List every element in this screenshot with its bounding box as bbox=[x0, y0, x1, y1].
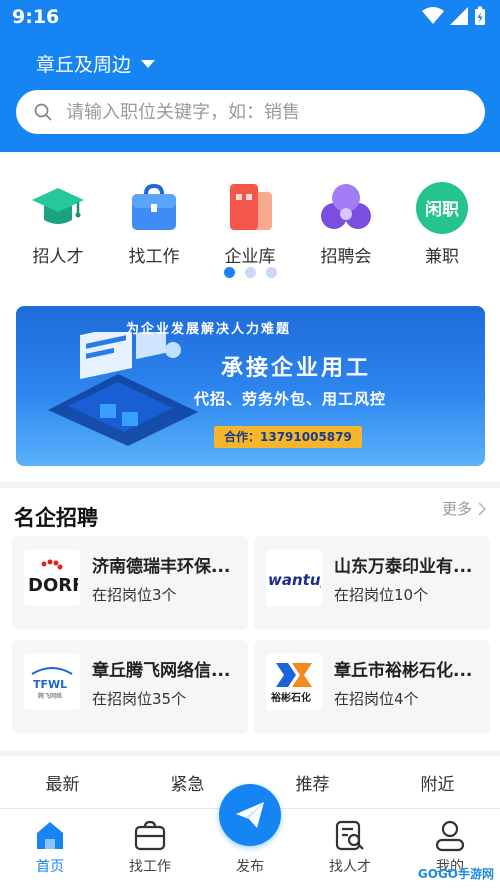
company-card[interactable]: DORF 济南德瑞丰环保... 在招岗位3个 bbox=[12, 536, 248, 630]
company-card[interactable]: wantup 山东万泰印业有... 在招岗位10个 bbox=[254, 536, 490, 630]
featured-companies-section: 名企招聘 更多 DORF 济南德瑞丰环保... 在招岗位3个 wantup 山东… bbox=[0, 488, 500, 750]
category-recruit-talent[interactable]: 招人才 bbox=[18, 180, 98, 267]
section-title: 名企招聘 bbox=[14, 506, 98, 530]
isometric-server-illustration bbox=[48, 332, 198, 446]
svg-text:裕彬石化: 裕彬石化 bbox=[270, 691, 311, 704]
category-part-time[interactable]: 闲职 兼职 bbox=[402, 180, 482, 267]
signal-icon bbox=[450, 7, 468, 25]
tab-latest[interactable]: 最新 bbox=[13, 770, 113, 795]
nav-label: 找工作 bbox=[129, 859, 171, 875]
company-name: 济南德瑞丰环保... bbox=[92, 557, 231, 577]
category-label: 兼职 bbox=[425, 247, 459, 267]
svg-text:TFWL: TFWL bbox=[33, 678, 67, 691]
tab-nearby[interactable]: 附近 bbox=[388, 770, 488, 795]
status-time: 9:16 bbox=[12, 6, 60, 28]
promo-banner[interactable]: 为企业发展解决人力难题 承接企业用工 代招、劳务外包、用工风控 合作：13791… bbox=[16, 306, 485, 466]
company-card[interactable]: TFWL 腾飞网络 章丘腾飞网络信... 在招岗位35个 bbox=[12, 640, 248, 734]
company-job-count: 在招岗位35个 bbox=[92, 690, 187, 708]
part-time-badge-text: 闲职 bbox=[425, 199, 459, 220]
publish-button[interactable] bbox=[219, 784, 281, 846]
paper-plane-icon bbox=[236, 802, 264, 828]
company-job-count: 在招岗位4个 bbox=[334, 690, 419, 708]
svg-text:wantup: wantup bbox=[268, 571, 321, 589]
wifi-icon bbox=[422, 7, 444, 24]
banner-section: 为企业发展解决人力难题 承接企业用工 代招、劳务外包、用工风控 合作：13791… bbox=[0, 292, 500, 482]
nav-label: 首页 bbox=[36, 859, 64, 875]
carousel-dot-active[interactable] bbox=[223, 267, 235, 278]
company-job-count: 在招岗位3个 bbox=[92, 586, 177, 604]
category-panel: 招人才 找工作 企业库 招聘会 闲职 兼职 bbox=[0, 152, 500, 292]
more-label: 更多 bbox=[441, 500, 472, 518]
category-label: 找工作 bbox=[128, 247, 180, 267]
svg-text:DORF: DORF bbox=[28, 575, 78, 596]
carousel-dot[interactable] bbox=[244, 267, 256, 278]
company-logo-dorf: DORF bbox=[24, 550, 80, 606]
location-selector[interactable]: 章丘及周边 bbox=[36, 50, 156, 77]
nav-find-talent[interactable]: 找人才 bbox=[300, 809, 400, 888]
company-name: 山东万泰印业有... bbox=[334, 557, 473, 577]
nav-label: 发布 bbox=[236, 859, 264, 875]
category-company-library[interactable]: 企业库 bbox=[210, 180, 290, 267]
banner-subtitle: 代招、劳务外包、用工风控 bbox=[194, 390, 387, 408]
job-fair-icon bbox=[321, 184, 371, 229]
nav-home[interactable]: 首页 bbox=[0, 809, 100, 888]
profile-icon bbox=[435, 820, 465, 852]
category-label: 企业库 bbox=[224, 247, 276, 267]
status-bar: 9:16 bbox=[0, 0, 500, 36]
home-icon bbox=[37, 822, 63, 849]
location-label: 章丘及周边 bbox=[36, 54, 132, 76]
banner-contact: 合作：13791005879 bbox=[214, 426, 362, 448]
svg-text:腾飞网络: 腾飞网络 bbox=[38, 692, 62, 700]
company-logo-yubin: 裕彬石化 bbox=[266, 654, 322, 710]
graduation-cap-icon bbox=[32, 188, 84, 224]
company-logo-wantup: wantup bbox=[266, 550, 322, 606]
caret-down-icon bbox=[141, 59, 156, 68]
nav-find-job[interactable]: 找工作 bbox=[100, 809, 200, 888]
carousel-dots bbox=[0, 267, 500, 278]
search-input[interactable] bbox=[64, 100, 444, 124]
category-label: 招聘会 bbox=[320, 247, 372, 267]
part-time-icon: 闲职 bbox=[416, 182, 468, 234]
company-name: 章丘腾飞网络信... bbox=[92, 661, 231, 681]
banner-top-text: 为企业发展解决人力难题 bbox=[126, 322, 292, 337]
company-logo-tfwl: TFWL 腾飞网络 bbox=[24, 654, 80, 710]
find-talent-icon bbox=[335, 820, 364, 851]
watermark: GOGO手游网 bbox=[417, 867, 494, 881]
nav-label: 找人才 bbox=[329, 859, 371, 875]
briefcase-icon bbox=[134, 820, 166, 851]
tab-recommended[interactable]: 推荐 bbox=[263, 770, 363, 795]
chevron-right-icon bbox=[478, 501, 486, 516]
search-bar[interactable] bbox=[16, 90, 485, 134]
company-card[interactable]: 裕彬石化 章丘市裕彬石化... 在招岗位4个 bbox=[254, 640, 490, 734]
company-library-icon bbox=[230, 184, 272, 230]
tab-urgent[interactable]: 紧急 bbox=[138, 770, 238, 795]
carousel-dot[interactable] bbox=[265, 267, 277, 278]
battery-icon bbox=[475, 6, 485, 25]
briefcase-icon bbox=[132, 183, 176, 230]
company-job-count: 在招岗位10个 bbox=[334, 586, 429, 604]
company-name: 章丘市裕彬石化... bbox=[334, 661, 473, 681]
search-icon bbox=[34, 103, 52, 121]
banner-title: 承接企业用工 bbox=[221, 356, 372, 381]
category-find-job[interactable]: 找工作 bbox=[114, 180, 194, 267]
category-job-fair[interactable]: 招聘会 bbox=[306, 180, 386, 267]
category-label: 招人才 bbox=[32, 247, 84, 267]
more-link[interactable]: 更多 bbox=[442, 498, 486, 519]
